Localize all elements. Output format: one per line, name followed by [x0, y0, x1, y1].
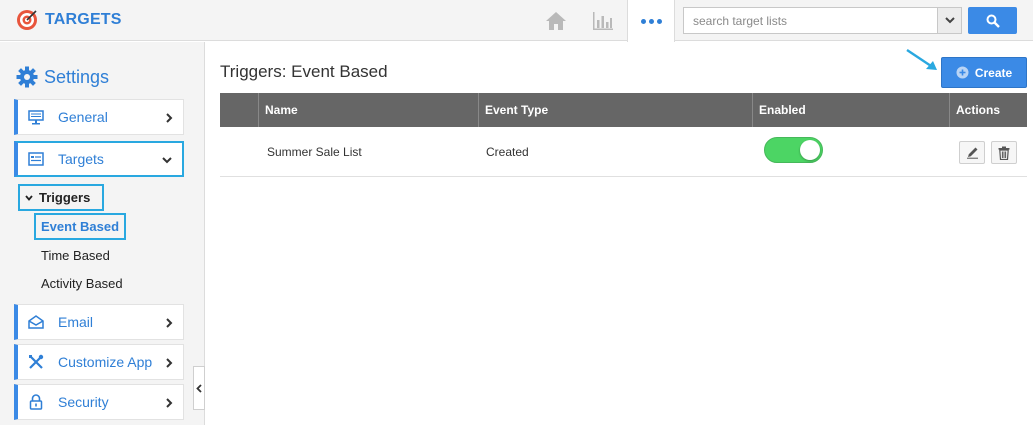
- create-button[interactable]: Create: [941, 57, 1027, 88]
- list-icon: [28, 151, 44, 167]
- plus-circle-icon: [956, 66, 969, 79]
- submenu-link-time-based[interactable]: Time Based: [41, 248, 110, 263]
- submenu-link-activity-based[interactable]: Activity Based: [41, 276, 123, 291]
- chevron-right-icon: [166, 358, 173, 368]
- page-title: Triggers: Event Based: [220, 62, 388, 81]
- sidebar-item-security[interactable]: Security: [14, 384, 184, 420]
- sidebar-item-targets[interactable]: Targets: [14, 141, 184, 177]
- sidebar-item-label: Targets: [58, 151, 104, 167]
- column-header-enabled[interactable]: Enabled: [753, 93, 950, 127]
- toggle-knob: [800, 140, 820, 160]
- top-bar: TARGETS: [0, 0, 1033, 42]
- chevron-down-icon: [162, 157, 172, 164]
- search-button[interactable]: [968, 7, 1017, 34]
- enabled-toggle[interactable]: [764, 137, 823, 163]
- sidebar-item-label: Email: [58, 314, 94, 330]
- tools-icon: [28, 354, 44, 370]
- chevron-down-icon: [944, 17, 955, 24]
- gear-icon: [16, 66, 38, 88]
- trash-icon: [998, 146, 1010, 160]
- chevron-left-icon: [196, 383, 202, 393]
- search-input[interactable]: [684, 8, 937, 33]
- submenu-group-label: Triggers: [39, 190, 91, 205]
- column-header-actions: Actions: [956, 103, 1001, 117]
- envelope-icon: [28, 314, 44, 330]
- analytics-icon: [593, 11, 613, 30]
- sidebar-collapse-toggle[interactable]: [193, 366, 205, 410]
- home-button[interactable]: [538, 0, 574, 41]
- app-name: TARGETS: [45, 11, 122, 28]
- submenu-link-label: Event Based: [41, 219, 120, 234]
- table-row[interactable]: Summer Sale List Created: [220, 127, 1027, 177]
- chevron-right-icon: [166, 318, 173, 328]
- chevron-right-icon: [166, 113, 173, 123]
- sidebar-item-label: General: [58, 109, 108, 125]
- sidebar-item-label: Security: [58, 394, 109, 410]
- brand[interactable]: TARGETS: [16, 8, 122, 32]
- pencil-icon: [966, 147, 978, 159]
- analytics-button[interactable]: [586, 0, 620, 41]
- cell-name: Summer Sale List: [267, 145, 362, 159]
- create-button-label: Create: [974, 65, 1013, 80]
- target-logo-icon: [17, 10, 37, 30]
- sidebar-item-general[interactable]: General: [14, 99, 184, 135]
- column-header-select: [220, 93, 259, 127]
- search-box: [683, 7, 962, 34]
- sidebar-item-email[interactable]: Email: [14, 304, 184, 340]
- sidebar-item-label: Customize App: [58, 354, 153, 370]
- more-icon: [640, 18, 662, 24]
- more-menu-button[interactable]: [627, 0, 675, 42]
- settings-header: Settings: [16, 66, 109, 88]
- search-dropdown-toggle[interactable]: [937, 8, 961, 33]
- submenu-link-event-based[interactable]: Event Based: [34, 213, 126, 240]
- lock-icon: [28, 394, 44, 410]
- delete-button[interactable]: [991, 141, 1017, 164]
- cell-event-type: Created: [486, 145, 529, 159]
- table-header: Name Event Type Enabled Actions: [220, 93, 1027, 127]
- monitor-icon: [28, 109, 44, 125]
- sidebar-item-customize-app[interactable]: Customize App: [14, 344, 184, 380]
- column-header-event-type[interactable]: Event Type: [479, 93, 753, 127]
- edit-button[interactable]: [959, 141, 985, 164]
- chevron-down-icon: [25, 194, 33, 201]
- chevron-right-icon: [166, 398, 173, 408]
- column-header-name[interactable]: Name: [259, 93, 479, 127]
- submenu-group-triggers[interactable]: Triggers: [18, 184, 104, 211]
- pointer-arrow-icon: [906, 49, 937, 70]
- home-icon: [546, 11, 566, 30]
- settings-title: Settings: [44, 66, 110, 87]
- sidebar: Settings General Targets Triggers Event …: [0, 42, 205, 425]
- search-icon: [986, 14, 1000, 28]
